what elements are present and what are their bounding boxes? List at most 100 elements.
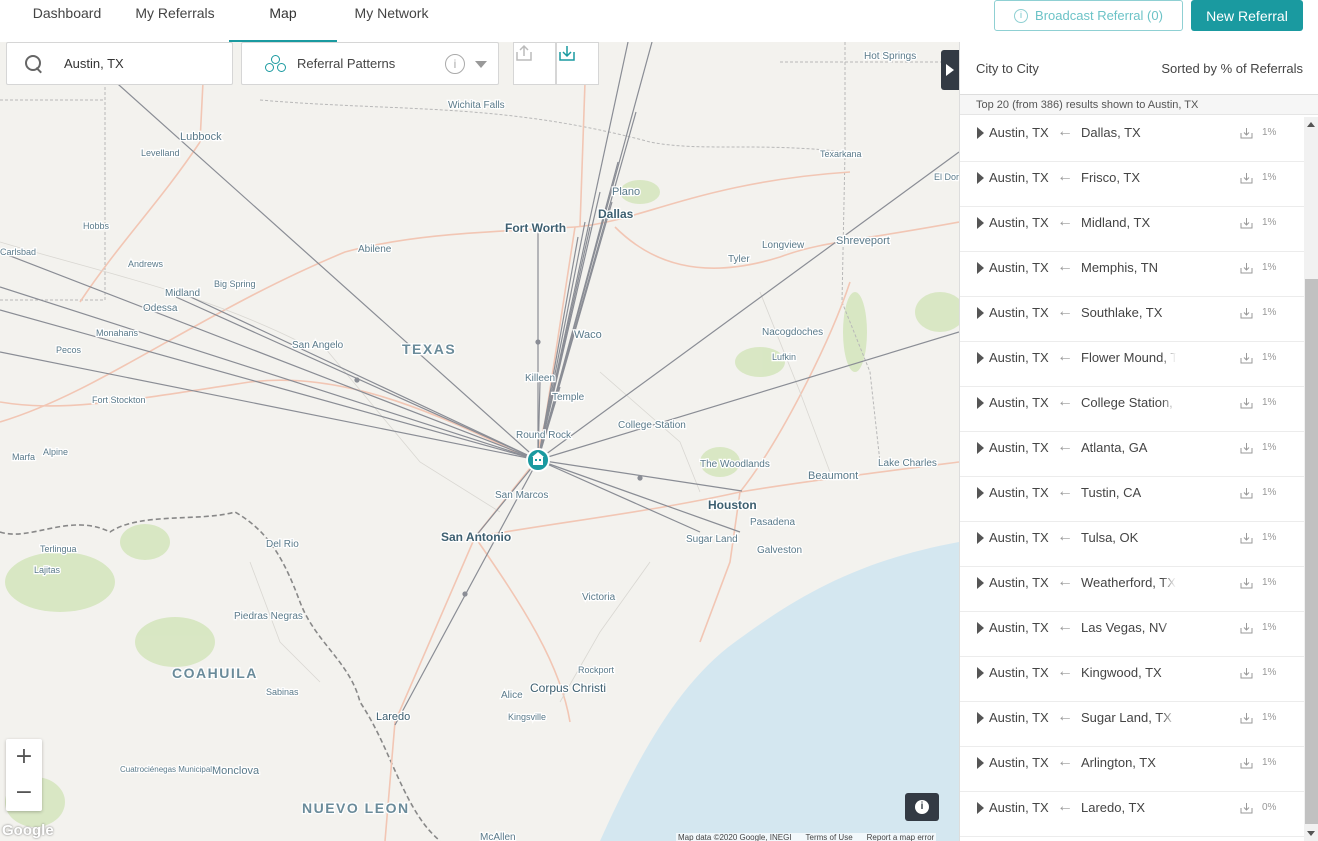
referral-row[interactable]: Austin, TX ← Dallas, TX 1% [960, 117, 1304, 162]
inbox-icon [1240, 263, 1253, 274]
arrow-left-icon: ← [1057, 798, 1073, 815]
export-button[interactable] [513, 42, 556, 85]
inbox-icon [1240, 173, 1253, 184]
sort-label[interactable]: Sorted by % of Referrals [1161, 61, 1303, 76]
expand-row-icon[interactable] [977, 352, 984, 364]
referral-percent: 1% [1262, 397, 1277, 408]
panel-collapse-toggle[interactable] [941, 50, 959, 90]
map-canvas[interactable]: Lubbock Levelland Wichita Falls Hot Springs… [0, 42, 959, 841]
arrow-left-icon: ← [1057, 303, 1073, 320]
referral-row[interactable]: Austin, TX ← Tustin, CA 1% [960, 477, 1304, 522]
map-label: Odessa [143, 303, 178, 314]
referral-row[interactable]: Austin, TX ← Kingwood, TX 1% [960, 657, 1304, 702]
new-referral-button[interactable]: New Referral [1191, 0, 1303, 31]
expand-row-icon[interactable] [977, 577, 984, 589]
search-icon [25, 54, 43, 73]
map-label: Dallas [598, 207, 634, 221]
expand-row-icon[interactable] [977, 802, 984, 814]
terms-of-use-link[interactable]: Terms of Use [806, 833, 853, 841]
destination-city: Austin, TX [989, 215, 1049, 230]
download-icon [559, 46, 575, 61]
report-map-error-link[interactable]: Report a map error [867, 833, 935, 841]
expand-row-icon[interactable] [977, 307, 984, 319]
referral-row[interactable]: Austin, TX ← College Station, TX 1% [960, 387, 1304, 432]
referral-row[interactable]: Austin, TX ← Las Vegas, NV 1% [960, 612, 1304, 657]
tab-my-network[interactable]: My Network [345, 0, 438, 42]
referral-row[interactable]: Austin, TX ← Tulsa, OK 1% [960, 522, 1304, 567]
tab-my-referrals[interactable]: My Referrals [125, 0, 225, 42]
referral-row[interactable]: Austin, TX ← Frisco, TX 1% [960, 162, 1304, 207]
route-arrowhead [354, 377, 360, 383]
referral-patterns-dropdown[interactable]: Referral Patterns i [241, 42, 499, 85]
expand-row-icon[interactable] [977, 712, 984, 724]
referral-row[interactable]: Austin, TX ← Memphis, TN 1% [960, 252, 1304, 297]
referral-percent: 1% [1262, 127, 1277, 138]
referral-row[interactable]: Austin, TX ← Midland, TX 1% [960, 207, 1304, 252]
map-label: Nacogdoches [762, 327, 823, 338]
expand-row-icon[interactable] [977, 757, 984, 769]
map-label: Longview [762, 240, 805, 251]
info-icon[interactable]: i [445, 54, 465, 74]
map-label: Del Rio [266, 539, 299, 550]
referral-row[interactable]: Austin, TX ← Sugar Land, TX 1% [960, 702, 1304, 747]
tab-dashboard[interactable]: Dashboard [20, 0, 114, 42]
referral-row[interactable]: Austin, TX ← Atlanta, GA 1% [960, 432, 1304, 477]
arrow-left-icon: ← [1057, 483, 1073, 500]
referral-row[interactable]: Austin, TX ← Laredo, TX 0% [960, 792, 1304, 837]
map-label: Sugar Land [686, 534, 738, 545]
expand-row-icon[interactable] [977, 442, 984, 454]
google-logo: Google [2, 822, 54, 839]
arrow-left-icon: ← [1057, 528, 1073, 545]
destination-city: Austin, TX [989, 575, 1049, 590]
results-summary: Top 20 (from 386) results shown to Austi… [960, 95, 1318, 115]
scroll-up-icon[interactable] [1307, 122, 1315, 127]
download-button[interactable] [556, 42, 599, 85]
referral-row[interactable]: Austin, TX ← Flower Mound, TX 1% [960, 342, 1304, 387]
referral-percent: 1% [1262, 577, 1277, 588]
search-input[interactable] [64, 56, 214, 71]
expand-row-icon[interactable] [977, 217, 984, 229]
scroll-down-icon[interactable] [1307, 831, 1315, 836]
location-search [6, 42, 233, 85]
origin-city: Sugar Land, TX [1081, 710, 1172, 725]
referral-percent: 1% [1262, 442, 1277, 453]
referral-percent: 1% [1262, 757, 1277, 768]
inbox-icon [1240, 398, 1253, 409]
expand-row-icon[interactable] [977, 262, 984, 274]
map-label: TEXAS [402, 341, 456, 357]
map-label: Midland [165, 288, 200, 299]
referral-row[interactable]: Austin, TX ← Weatherford, TX 1% [960, 567, 1304, 612]
zoom-out-button[interactable]: − [6, 775, 42, 811]
map-info-button[interactable]: i [905, 793, 939, 821]
zoom-in-button[interactable]: + [6, 739, 42, 775]
map-label: Lubbock [180, 131, 222, 143]
inbox-icon [1240, 488, 1253, 499]
referral-percent: 1% [1262, 307, 1277, 318]
expand-row-icon[interactable] [977, 172, 984, 184]
panel-title: City to City [976, 60, 1039, 76]
origin-city: Dallas, TX [1081, 125, 1141, 140]
expand-row-icon[interactable] [977, 487, 984, 499]
map-graphic: LubbockLevelland Wichita Falls Hot Springs… [0, 42, 959, 841]
arrow-left-icon: ← [1057, 753, 1073, 770]
scrollbar-thumb[interactable] [1305, 279, 1318, 824]
expand-row-icon[interactable] [977, 667, 984, 679]
destination-city: Austin, TX [989, 305, 1049, 320]
expand-row-icon[interactable] [977, 127, 984, 139]
expand-row-icon[interactable] [977, 397, 984, 409]
origin-city: Southlake, TX [1081, 305, 1163, 320]
origin-city: Arlington, TX [1081, 755, 1156, 770]
chevron-down-icon[interactable] [475, 61, 487, 68]
referral-row[interactable]: Austin, TX ← Arlington, TX 1% [960, 747, 1304, 792]
panel-header: City to City Sorted by % of Referrals [960, 42, 1318, 95]
arrow-left-icon: ← [1057, 168, 1073, 185]
route-arrowhead [637, 475, 643, 481]
tab-map[interactable]: Map [229, 0, 337, 42]
referral-row[interactable]: Austin, TX ← Southlake, TX 1% [960, 297, 1304, 342]
map-label: Pecos [56, 345, 82, 355]
broadcast-referral-button[interactable]: i Broadcast Referral (0) [994, 0, 1183, 31]
expand-row-icon[interactable] [977, 622, 984, 634]
expand-row-icon[interactable] [977, 532, 984, 544]
list-scrollbar[interactable] [1304, 117, 1318, 841]
map-label: Victoria [582, 592, 616, 603]
